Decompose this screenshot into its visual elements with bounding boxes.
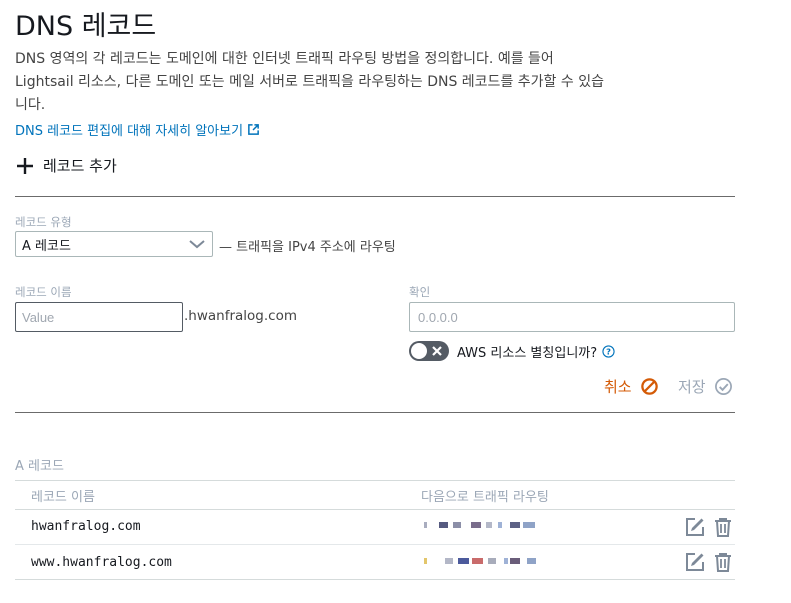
domain-suffix: .hwanfralog.com: [184, 308, 297, 324]
learn-more-label: DNS 레코드 편집에 대해 자세히 알아보기: [15, 124, 244, 139]
record-name-input[interactable]: [15, 302, 183, 332]
column-header-record-name: 레코드 이름: [31, 490, 95, 505]
learn-more-link[interactable]: DNS 레코드 편집에 대해 자세히 알아보기: [15, 120, 260, 139]
record-name-cell: hwanfralog.com: [31, 519, 141, 534]
divider: [15, 579, 735, 580]
record-type-select[interactable]: A 레코드: [15, 231, 213, 257]
trash-icon[interactable]: [712, 551, 734, 573]
alias-label-group: AWS 리소스 별칭입니까? ?: [457, 342, 615, 361]
record-name-label: 레코드 이름: [15, 285, 72, 299]
toggle-x-icon: [432, 346, 442, 356]
record-type-label: 레코드 유형: [15, 215, 72, 229]
external-link-icon: [248, 124, 259, 135]
svg-text:?: ?: [606, 347, 611, 357]
records-section-title: A 레코드: [15, 459, 64, 474]
page-title: DNS 레코드: [15, 11, 157, 42]
record-type-hint: — 트래픽을 IPv4 주소에 라우팅: [219, 240, 396, 255]
trash-icon[interactable]: [712, 516, 734, 538]
confirm-label: 확인: [409, 285, 431, 299]
save-button[interactable]: 저장: [678, 376, 733, 397]
help-icon[interactable]: ?: [602, 345, 615, 358]
record-type-value: A 레코드: [22, 238, 71, 254]
divider: [15, 509, 735, 510]
cancel-label: 취소: [604, 378, 632, 396]
redacted-route-value: [424, 558, 536, 569]
column-header-route-traffic: 다음으로 트래픽 라우팅: [421, 490, 549, 505]
divider: [15, 196, 735, 197]
save-label: 저장: [678, 378, 706, 396]
page-description: DNS 영역의 각 레코드는 도메인에 대한 인터넷 트래픽 라우팅 방법을 정…: [15, 51, 604, 113]
cancel-icon: [640, 378, 658, 395]
divider: [15, 412, 735, 413]
add-record-label: 레코드 추가: [43, 157, 117, 175]
divider: [15, 544, 735, 545]
record-name-cell: www.hwanfralog.com: [31, 555, 172, 570]
cancel-button[interactable]: 취소: [604, 376, 659, 397]
check-icon: [714, 378, 732, 395]
edit-icon[interactable]: [684, 516, 706, 538]
divider: [15, 480, 735, 481]
confirm-input[interactable]: [409, 302, 735, 332]
chevron-down-icon: [189, 240, 205, 249]
plus-icon: [17, 157, 33, 174]
redacted-route-value: [424, 522, 536, 533]
edit-icon[interactable]: [684, 551, 706, 573]
add-record-button[interactable]: 레코드 추가: [15, 155, 117, 176]
alias-label: AWS 리소스 별칭입니까?: [457, 346, 598, 361]
alias-toggle[interactable]: [409, 341, 449, 361]
toggle-knob: [411, 343, 427, 359]
